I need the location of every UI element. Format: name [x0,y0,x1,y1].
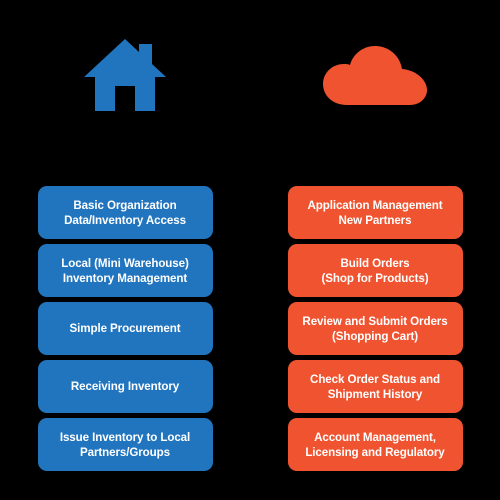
capability-box[interactable]: Application Management New Partners [287,186,463,239]
diagram-columns: Basic Organization Data/Inventory Access… [0,0,500,500]
cloud-box-stack: Application Management New Partners Buil… [287,186,463,471]
capability-box[interactable]: Local (Mini Warehouse) Inventory Managem… [37,244,213,297]
capability-box-label: Account Management, Licensing and Regula… [305,430,445,459]
diagram-canvas: Basic Organization Data/Inventory Access… [0,0,500,500]
capability-box[interactable]: Receiving Inventory [37,360,213,413]
capability-box[interactable]: Review and Submit Orders (Shopping Cart) [287,302,463,355]
capability-box-label: Check Order Status and Shipment History [310,372,440,401]
capability-box[interactable]: Account Management, Licensing and Regula… [287,418,463,471]
capability-box-label: Receiving Inventory [70,380,180,393]
capability-box-label: Issue Inventory to Local Partners/Groups [59,430,191,459]
capability-box[interactable]: Simple Procurement [37,302,213,355]
capability-box-label: Basic Organization Data/Inventory Access [64,198,186,227]
cloud-icon [250,0,500,186]
local-column: Basic Organization Data/Inventory Access… [0,0,250,500]
local-box-stack: Basic Organization Data/Inventory Access… [37,186,213,471]
capability-box-label: Application Management New Partners [307,198,443,227]
house-icon [0,0,250,186]
capability-box-label: Simple Procurement [69,322,181,335]
capability-box[interactable]: Issue Inventory to Local Partners/Groups [37,418,213,471]
capability-box[interactable]: Basic Organization Data/Inventory Access [37,186,213,239]
capability-box-label: Local (Mini Warehouse) Inventory Managem… [61,256,189,285]
capability-box-label: Review and Submit Orders (Shopping Cart) [302,314,448,343]
capability-box[interactable]: Check Order Status and Shipment History [287,360,463,413]
capability-box[interactable]: Build Orders (Shop for Products) [287,244,463,297]
capability-box-label: Build Orders (Shop for Products) [321,256,429,285]
cloud-column: Application Management New Partners Buil… [250,0,500,500]
